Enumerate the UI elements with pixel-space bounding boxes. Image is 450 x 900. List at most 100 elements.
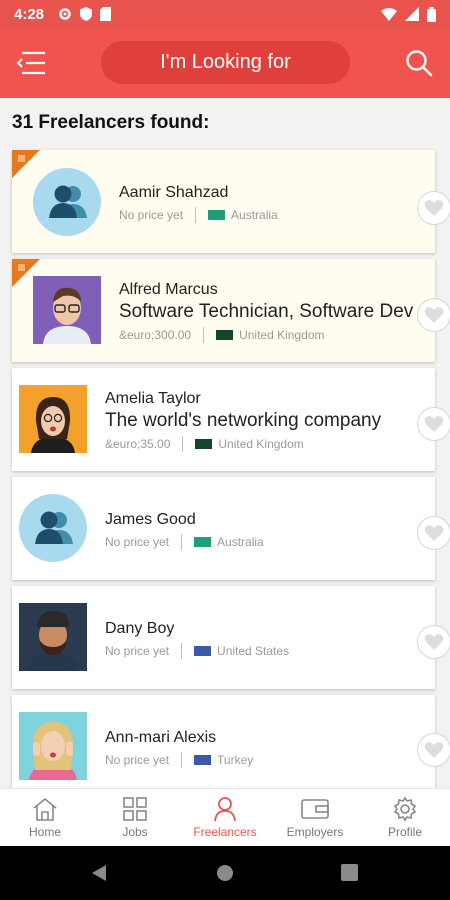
avatar-default xyxy=(19,494,87,562)
freelancer-country: United Kingdom xyxy=(239,328,325,342)
user-placeholder-icon xyxy=(35,511,73,544)
sd-card-status-icon xyxy=(100,7,112,21)
heart-icon xyxy=(424,742,444,758)
avatar-photo xyxy=(19,385,87,453)
freelancer-country: United Kingdom xyxy=(218,437,304,451)
freelancer-country: Australia xyxy=(217,535,264,549)
nav-freelancers-label: Freelancers xyxy=(193,825,257,839)
back-icon[interactable] xyxy=(90,864,108,882)
search-icon xyxy=(406,50,433,77)
nav-home[interactable]: Home xyxy=(0,789,90,846)
nav-jobs-label: Jobs xyxy=(122,825,148,839)
freelancer-card[interactable]: Aamir Shahzad No price yet Australia xyxy=(12,150,435,253)
freelancer-tagline: Software Technician, Software Dev xyxy=(119,301,414,322)
flag-icon xyxy=(216,330,234,340)
signal-icon xyxy=(405,7,419,21)
nav-employers[interactable]: Employers xyxy=(270,789,360,846)
wallet-icon xyxy=(301,799,329,819)
freelancer-country: United States xyxy=(217,644,290,658)
status-time: 4:28 xyxy=(14,5,45,23)
menu-icon xyxy=(16,51,45,75)
nav-profile[interactable]: Profile xyxy=(360,789,450,846)
freelancer-meta: No price yet Turkey xyxy=(105,752,253,768)
featured-corner-icon xyxy=(12,150,40,178)
search-button[interactable] xyxy=(404,48,434,78)
flag-icon xyxy=(194,755,212,765)
search-placeholder: I'm Looking for xyxy=(160,51,291,73)
search-input[interactable]: I'm Looking for xyxy=(101,41,350,84)
freelancer-price: No price yet xyxy=(119,208,184,222)
battery-icon xyxy=(427,6,436,22)
nav-profile-label: Profile xyxy=(387,825,422,839)
freelancer-meta: No price yet Australia xyxy=(105,534,264,550)
freelancer-meta: No price yet Australia xyxy=(119,207,278,223)
freelancer-price: &euro;35.00 xyxy=(105,437,171,451)
menu-button[interactable] xyxy=(16,50,48,76)
avatar-photo xyxy=(19,712,87,780)
freelancer-country: Australia xyxy=(231,208,278,222)
heart-icon xyxy=(424,525,444,541)
heart-icon xyxy=(424,416,444,432)
bottom-navigation: Home Jobs Freelancers Employers Profile xyxy=(0,788,450,846)
freelancer-card[interactable]: Dany Boy No price yet United States xyxy=(12,586,435,689)
freelancer-name: Ann-mari Alexis xyxy=(105,729,217,746)
results-count: 31 Freelancers found: xyxy=(12,112,210,133)
user-placeholder-icon xyxy=(49,185,87,218)
person-icon xyxy=(214,797,236,822)
user-photo-icon xyxy=(31,397,75,453)
flag-icon xyxy=(208,210,226,220)
nav-employers-label: Employers xyxy=(286,825,344,839)
freelancer-name: Dany Boy xyxy=(105,620,175,637)
freelancer-name: Amelia Taylor xyxy=(105,390,201,407)
wifi-icon xyxy=(381,7,397,21)
home-icon xyxy=(33,797,57,821)
freelancer-card[interactable]: James Good No price yet Australia xyxy=(12,477,435,580)
system-navigation-bar xyxy=(0,846,450,900)
favorite-button[interactable] xyxy=(418,626,450,658)
avatar-photo xyxy=(33,276,101,344)
freelancer-meta: No price yet United States xyxy=(105,643,289,659)
app-header: I'm Looking for xyxy=(0,28,450,98)
freelancer-list[interactable]: Aamir Shahzad No price yet Australia Alf… xyxy=(0,148,450,788)
shield-status-icon xyxy=(80,7,93,21)
freelancer-name: Aamir Shahzad xyxy=(119,184,229,201)
freelancer-price: No price yet xyxy=(105,535,170,549)
heart-icon xyxy=(424,634,444,650)
freelancer-price: No price yet xyxy=(105,753,170,767)
favorite-button[interactable] xyxy=(418,517,450,549)
flag-icon xyxy=(194,646,212,656)
favorite-button[interactable] xyxy=(418,192,450,224)
heart-icon xyxy=(424,200,444,216)
favorite-button[interactable] xyxy=(418,408,450,440)
freelancer-meta: &euro;35.00 United Kingdom xyxy=(105,436,304,452)
recents-icon[interactable] xyxy=(341,864,358,881)
flag-icon xyxy=(195,439,213,449)
freelancer-price: &euro;300.00 xyxy=(119,328,192,342)
nav-home-label: Home xyxy=(28,825,61,839)
avatar-default xyxy=(33,168,101,236)
freelancer-card[interactable]: Ann-mari Alexis No price yet Turkey xyxy=(12,695,435,788)
freelancer-name: Alfred Marcus xyxy=(119,281,218,298)
user-photo-icon xyxy=(27,611,79,671)
freelancer-tagline: The world's networking company xyxy=(105,410,382,431)
user-photo-icon xyxy=(29,722,77,780)
home-circle-icon[interactable] xyxy=(216,864,234,882)
heart-icon xyxy=(424,307,444,323)
settings-status-icon xyxy=(59,8,71,20)
freelancer-meta: &euro;300.00 United Kingdom xyxy=(119,327,324,343)
favorite-button[interactable] xyxy=(418,299,450,331)
status-bar: 4:28 xyxy=(0,0,450,28)
gear-icon xyxy=(393,796,417,822)
user-photo-icon xyxy=(43,287,91,344)
freelancer-card[interactable]: Alfred Marcus Software Technician, Softw… xyxy=(12,259,435,362)
avatar-photo xyxy=(19,603,87,671)
freelancer-price: No price yet xyxy=(105,644,170,658)
nav-jobs[interactable]: Jobs xyxy=(90,789,180,846)
freelancer-card[interactable]: Amelia Taylor The world's networking com… xyxy=(12,368,435,471)
freelancer-name: James Good xyxy=(105,511,196,528)
freelancer-country: Turkey xyxy=(217,753,254,767)
favorite-button[interactable] xyxy=(418,734,450,766)
nav-freelancers[interactable]: Freelancers xyxy=(180,789,270,846)
grid-icon xyxy=(123,797,147,821)
flag-icon xyxy=(194,537,212,547)
